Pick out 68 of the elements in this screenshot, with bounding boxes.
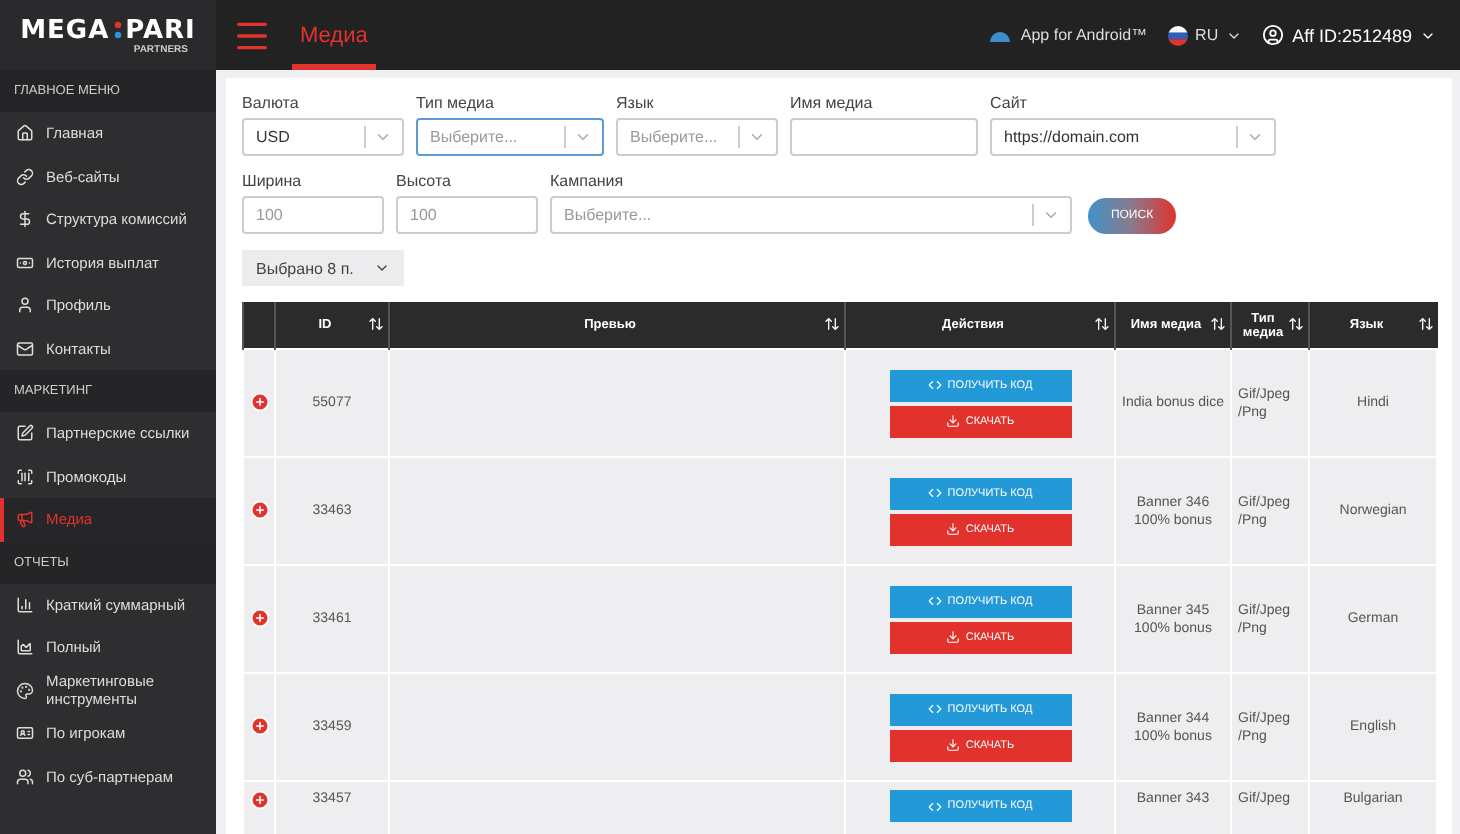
sidebar-item-icon bbox=[16, 681, 34, 700]
select-placeholder: Выберите... bbox=[564, 206, 654, 224]
sidebar-item-icon bbox=[16, 638, 34, 657]
input-field[interactable] bbox=[790, 118, 978, 156]
field-label: Высота bbox=[396, 172, 453, 190]
code-icon bbox=[927, 378, 942, 392]
sidebar-item-icon bbox=[16, 210, 34, 229]
expand-row-icon[interactable] bbox=[250, 391, 270, 411]
expand-row-icon[interactable] bbox=[250, 790, 270, 810]
sidebar-item-icon bbox=[16, 296, 34, 315]
field-label: Ширина bbox=[242, 172, 304, 190]
app-link[interactable]: App for Android™ bbox=[988, 0, 1148, 70]
field-label: Валюта bbox=[242, 94, 301, 112]
logo-text: MEGA bbox=[20, 15, 110, 45]
flag-icon bbox=[1167, 25, 1188, 45]
download-icon bbox=[945, 630, 960, 644]
expand-row-icon[interactable] bbox=[250, 499, 270, 519]
sidebar-item-icon bbox=[16, 767, 34, 786]
sort-icon[interactable] bbox=[368, 316, 384, 332]
account-menu[interactable]: Aff ID:2512489 bbox=[1262, 0, 1436, 70]
select-value: https://domain.com bbox=[1004, 128, 1142, 146]
header-cell bbox=[243, 302, 275, 349]
chevron-icon bbox=[1246, 128, 1264, 146]
chevron-icon bbox=[1042, 206, 1060, 224]
chevron-icon bbox=[374, 128, 392, 146]
download-icon bbox=[945, 522, 960, 536]
select-value: USD bbox=[256, 128, 292, 146]
sidebar-item-icon bbox=[16, 424, 34, 443]
field-label: Сайт bbox=[990, 94, 1029, 112]
code-icon bbox=[927, 486, 942, 500]
code-icon bbox=[927, 799, 942, 813]
sort-icon[interactable] bbox=[1094, 316, 1110, 332]
chevron-icon bbox=[574, 128, 592, 146]
code-icon bbox=[927, 594, 942, 608]
logo-text: PARI bbox=[125, 15, 196, 45]
sidebar-item-icon bbox=[16, 467, 34, 486]
user-icon bbox=[1262, 24, 1285, 46]
sidebar-item-icon bbox=[16, 595, 34, 614]
select-field[interactable]: USD bbox=[242, 118, 404, 156]
expand-row-icon[interactable] bbox=[250, 607, 270, 627]
logo-dots-icon bbox=[113, 20, 122, 40]
sort-icon[interactable] bbox=[1210, 316, 1226, 332]
sidebar-item-icon bbox=[16, 724, 34, 743]
code-icon bbox=[927, 702, 942, 716]
field-label: Имя медиа bbox=[790, 94, 875, 112]
language-dropdown[interactable]: RU bbox=[1167, 0, 1243, 70]
chevron-icon bbox=[374, 260, 390, 276]
download-icon bbox=[945, 738, 960, 752]
sidebar-item-icon bbox=[16, 339, 34, 358]
expand-row-icon[interactable] bbox=[250, 715, 270, 735]
sort-icon[interactable] bbox=[1417, 316, 1433, 332]
select-field[interactable]: https://domain.com bbox=[990, 118, 1276, 156]
sort-icon[interactable] bbox=[1288, 316, 1304, 332]
select-placeholder: Выберите... bbox=[630, 128, 720, 146]
input-field[interactable]: 100 bbox=[396, 196, 538, 234]
sidebar-item-icon bbox=[16, 124, 34, 143]
input-field[interactable]: 100 bbox=[242, 196, 384, 234]
sidebar-item-icon bbox=[16, 167, 34, 186]
chevron-icon bbox=[748, 128, 766, 146]
sidebar-item-icon bbox=[16, 510, 34, 529]
download-icon bbox=[945, 414, 960, 428]
field-label: Тип медиа bbox=[416, 94, 496, 112]
field-label: Кампания bbox=[550, 172, 626, 190]
field-label: Язык bbox=[616, 94, 656, 112]
sidebar-item-icon bbox=[16, 253, 34, 272]
sort-icon[interactable] bbox=[824, 316, 840, 332]
select-placeholder: Выберите... bbox=[430, 128, 520, 146]
columns-dropdown[interactable]: Выбрано 8 п. bbox=[242, 250, 404, 286]
